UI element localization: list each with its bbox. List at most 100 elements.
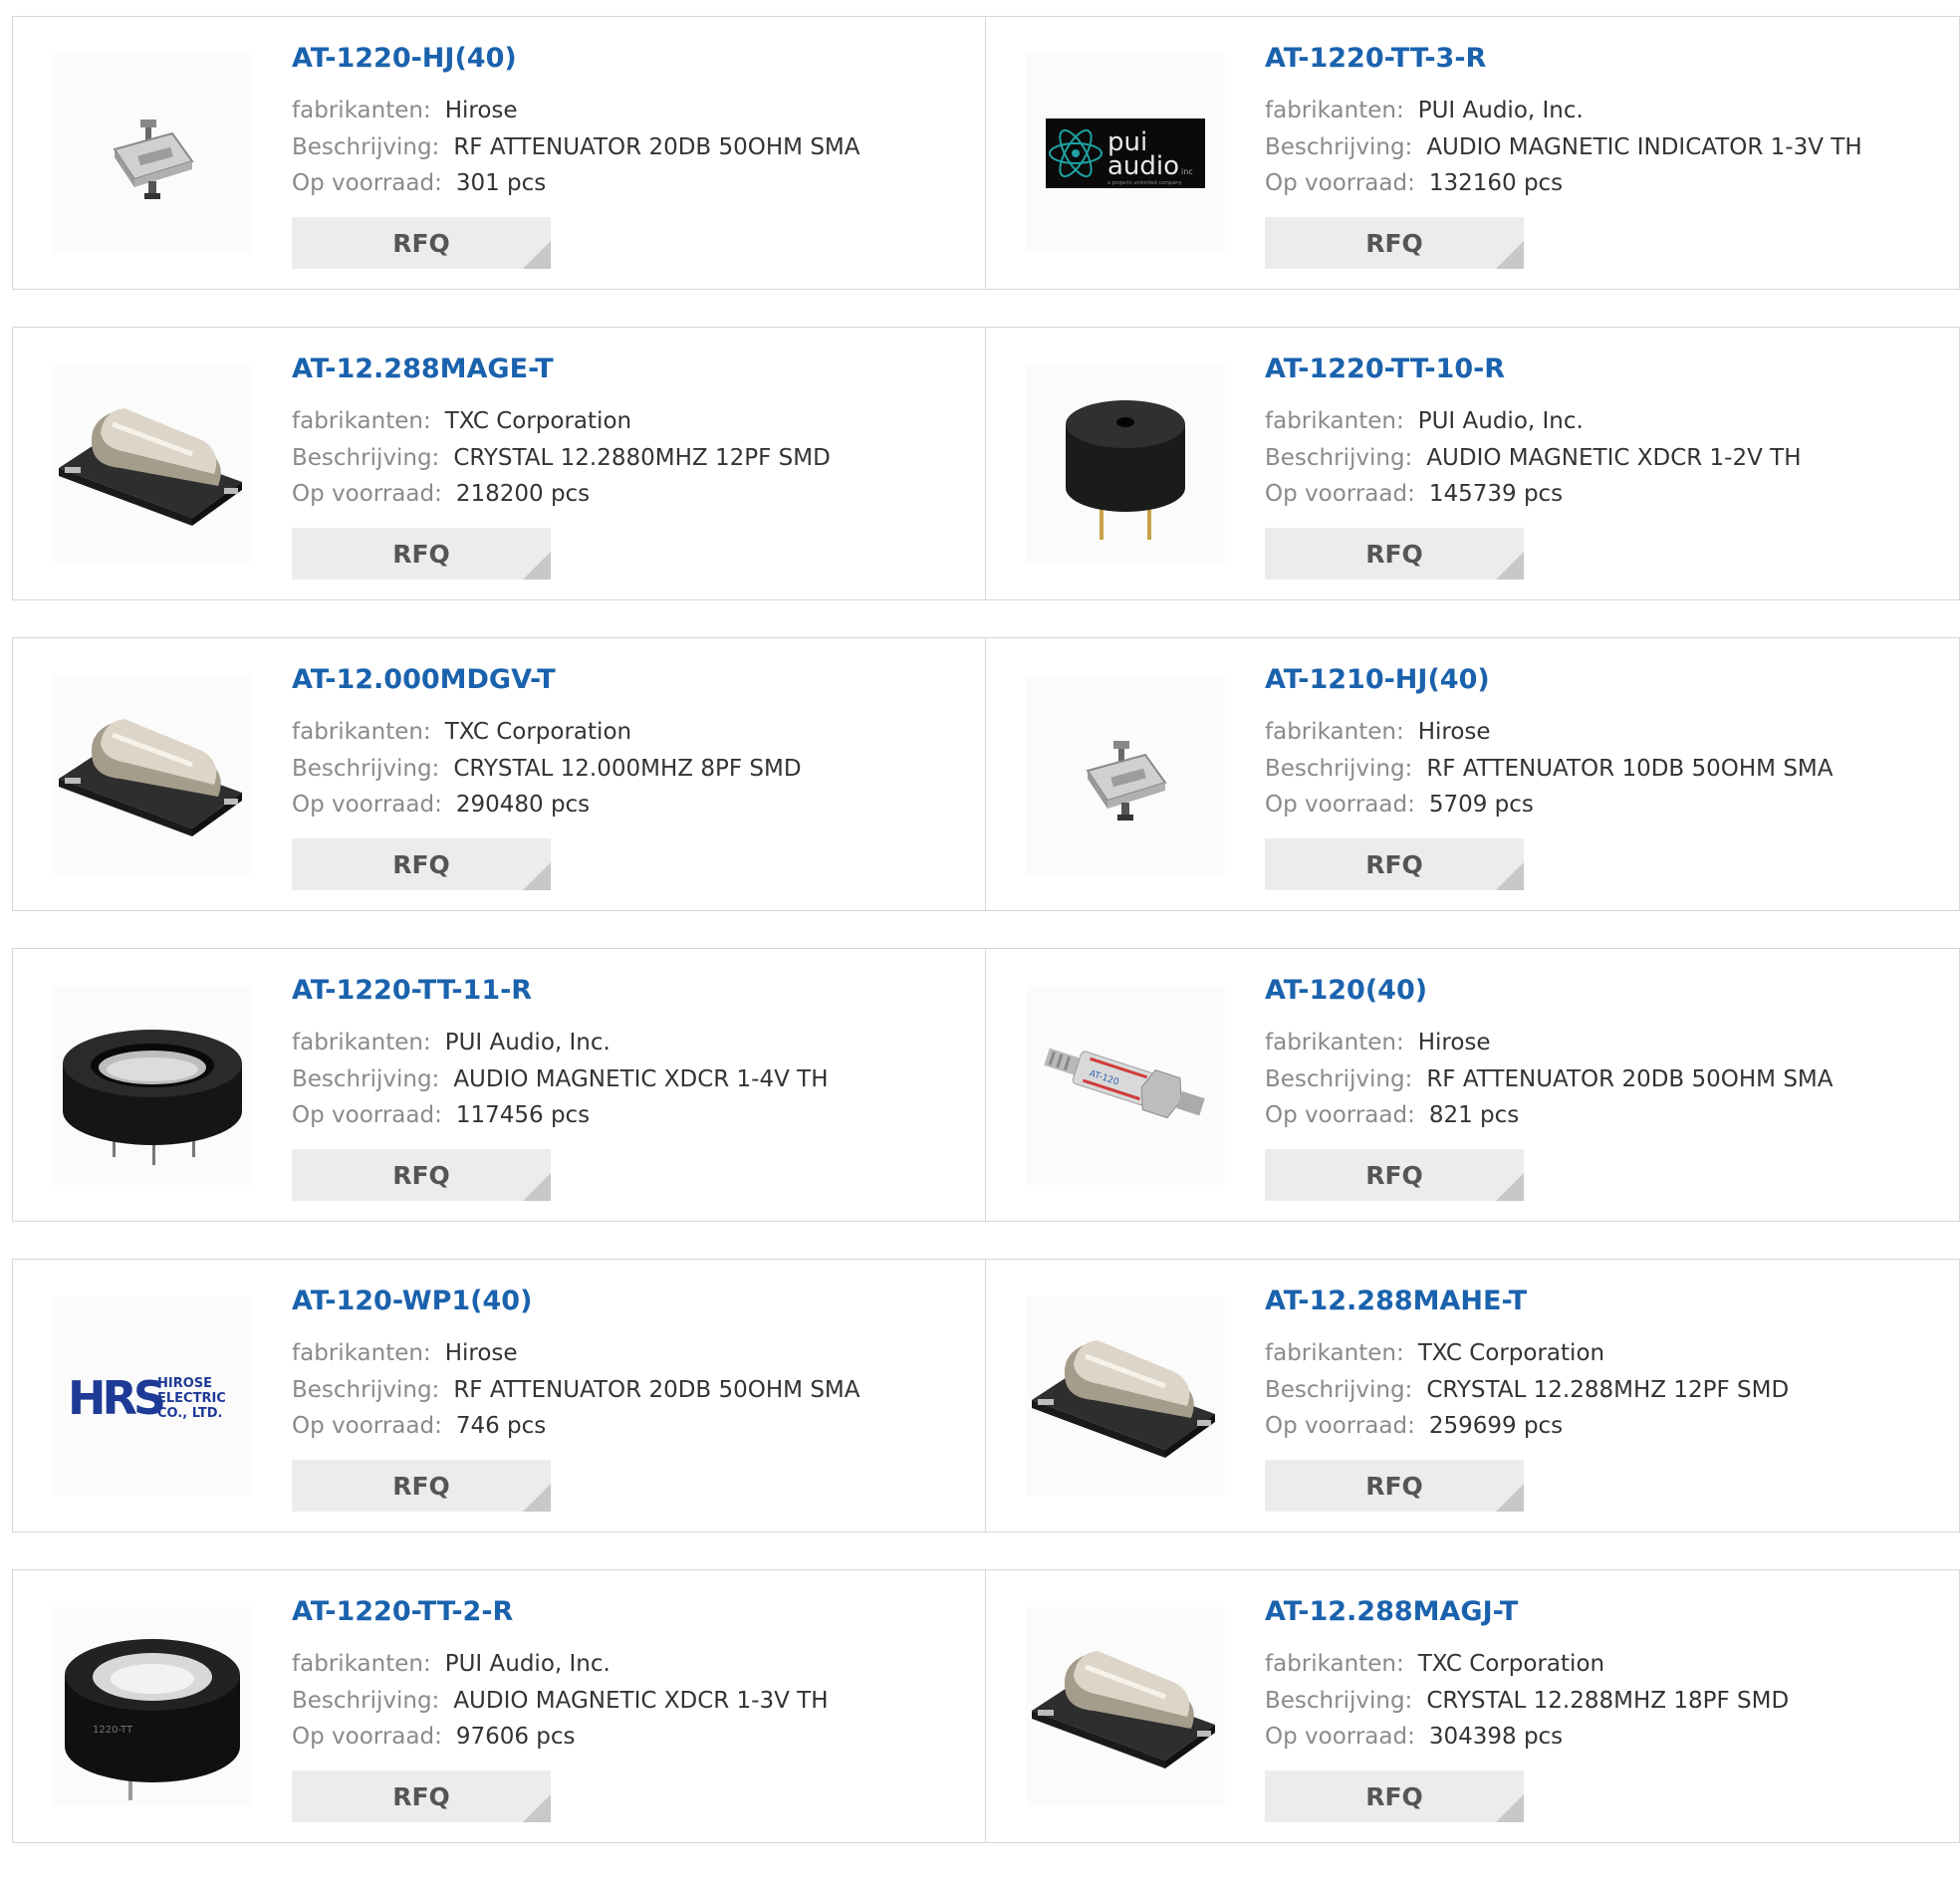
product-image[interactable] [53, 986, 252, 1185]
product-title-link[interactable]: AT-12.000MDGV-T [292, 664, 556, 695]
corner-fold-icon [523, 552, 551, 580]
rfq-button-label: RFQ [392, 849, 450, 879]
rfq-button[interactable]: RFQ [292, 1149, 551, 1201]
stock-value: 145739 pcs [1428, 481, 1564, 507]
stock-label: Op voorraad: [292, 481, 442, 507]
crystal-smd-icon [53, 364, 252, 564]
manufacturer-label: fabrikanten: [292, 1651, 431, 1677]
rfq-button[interactable]: RFQ [292, 528, 551, 580]
product-image[interactable]: pui audio inc a projects unlimited company [1026, 54, 1225, 253]
manufacturer-row: fabrikanten: Hirose [1265, 719, 1491, 745]
description-label: Beschrijving: [1265, 1688, 1413, 1714]
product-title-link[interactable]: AT-1220-TT-2-R [292, 1596, 513, 1627]
manufacturer-label: fabrikanten: [292, 1340, 431, 1366]
crystal-smd-icon [1026, 1607, 1225, 1806]
description-value: RF ATTENUATOR 10DB 50OHM SMA [1426, 756, 1834, 782]
description-row: Beschrijving: CRYSTAL 12.2880MHZ 12PF SMD [292, 445, 831, 471]
rfq-button[interactable]: RFQ [1265, 1460, 1524, 1512]
rfq-button[interactable]: RFQ [292, 217, 551, 269]
product-image[interactable] [1026, 1296, 1225, 1496]
product-image[interactable] [53, 364, 252, 564]
svg-text:CO., LTD.: CO., LTD. [157, 1406, 222, 1421]
product-image[interactable] [1026, 364, 1225, 564]
hirose-logo: HRS HIROSE ELECTRIC CO., LTD. [68, 1366, 237, 1426]
stock-row: Op voorraad: 746 pcs [292, 1413, 546, 1439]
product-row: HRS HIROSE ELECTRIC CO., LTD. AT-120-WP1(40)… [12, 1259, 1960, 1532]
product-card: HRS HIROSE ELECTRIC CO., LTD. AT-120-WP1(40)… [12, 1259, 986, 1532]
stock-value: 304398 pcs [1428, 1724, 1564, 1750]
stock-row: Op voorraad: 259699 pcs [1265, 1413, 1563, 1439]
stock-row: Op voorraad: 301 pcs [292, 170, 546, 196]
description-value: CRYSTAL 12.288MHZ 18PF SMD [1426, 1688, 1790, 1714]
stock-value: 132160 pcs [1428, 170, 1564, 196]
stock-label: Op voorraad: [1265, 1413, 1415, 1439]
product-title-link[interactable]: AT-12.288MAHE-T [1265, 1286, 1527, 1316]
rfq-button[interactable]: RFQ [1265, 838, 1524, 890]
description-label: Beschrijving: [292, 445, 440, 471]
pui-audio-logo: pui audio inc a projects unlimited company [1046, 118, 1205, 188]
description-value: CRYSTAL 12.000MHZ 8PF SMD [453, 756, 802, 782]
manufacturer-label: fabrikanten: [1265, 719, 1404, 745]
product-image[interactable]: HRS HIROSE ELECTRIC CO., LTD. [53, 1296, 252, 1496]
stock-label: Op voorraad: [1265, 481, 1415, 507]
rfq-button[interactable]: RFQ [1265, 528, 1524, 580]
manufacturer-row: fabrikanten: Hirose [292, 98, 518, 123]
rfq-button[interactable]: RFQ [292, 838, 551, 890]
rfq-button[interactable]: RFQ [292, 1770, 551, 1822]
rfq-button[interactable]: RFQ [1265, 217, 1524, 269]
product-card: AT-12.288MAGJ-T fabrikanten: TXC Corporati… [986, 1569, 1960, 1843]
manufacturer-label: fabrikanten: [292, 1030, 431, 1056]
description-value: AUDIO MAGNETIC XDCR 1-2V TH [1426, 445, 1802, 471]
product-image[interactable] [1026, 1607, 1225, 1806]
manufacturer-row: fabrikanten: Hirose [292, 1340, 518, 1366]
product-title-link[interactable]: AT-12.288MAGJ-T [1265, 1596, 1518, 1627]
stock-row: Op voorraad: 304398 pcs [1265, 1724, 1563, 1750]
product-title-link[interactable]: AT-1220-TT-10-R [1265, 353, 1505, 384]
product-image[interactable] [1026, 675, 1225, 874]
rfq-button-label: RFQ [392, 1160, 450, 1190]
description-row: Beschrijving: AUDIO MAGNETIC INDICATOR 1-… [1265, 134, 1862, 160]
product-title-link[interactable]: AT-120(40) [1265, 975, 1427, 1006]
description-value: AUDIO MAGNETIC XDCR 1-3V TH [453, 1688, 829, 1714]
product-title-link[interactable]: AT-1220-TT-11-R [292, 975, 532, 1006]
corner-fold-icon [523, 1173, 551, 1201]
manufacturer-row: fabrikanten: PUI Audio, Inc. [292, 1030, 611, 1056]
stock-row: Op voorraad: 5709 pcs [1265, 792, 1534, 818]
stock-value: 746 pcs [455, 1413, 547, 1439]
description-label: Beschrijving: [292, 1066, 440, 1092]
corner-fold-icon [523, 862, 551, 890]
description-label: Beschrijving: [1265, 1066, 1413, 1092]
product-image[interactable] [53, 675, 252, 874]
description-label: Beschrijving: [292, 756, 440, 782]
description-row: Beschrijving: AUDIO MAGNETIC XDCR 1-3V TH [292, 1688, 829, 1714]
product-title-link[interactable]: AT-120-WP1(40) [292, 1286, 532, 1316]
rfq-button-label: RFQ [1365, 539, 1423, 569]
stock-label: Op voorraad: [1265, 792, 1415, 818]
rfq-button[interactable]: RFQ [1265, 1770, 1524, 1822]
description-label: Beschrijving: [292, 134, 440, 160]
product-title-link[interactable]: AT-1220-TT-3-R [1265, 43, 1486, 74]
product-title-link[interactable]: AT-1210-HJ(40) [1265, 664, 1490, 695]
product-card: pui audio inc a projects unlimited company A… [986, 16, 1960, 290]
stock-value: 97606 pcs [455, 1724, 576, 1750]
description-value: CRYSTAL 12.2880MHZ 12PF SMD [453, 445, 831, 471]
manufacturer-value: TXC Corporation [1417, 1340, 1605, 1366]
product-image[interactable] [53, 54, 252, 253]
product-title-link[interactable]: AT-12.288MAGE-T [292, 353, 554, 384]
rfq-button[interactable]: RFQ [1265, 1149, 1524, 1201]
corner-fold-icon [1496, 862, 1524, 890]
product-image[interactable]: 1220-TT [53, 1607, 252, 1806]
manufacturer-value: Hirose [1417, 719, 1491, 745]
rfq-button-label: RFQ [1365, 228, 1423, 258]
svg-text:audio: audio [1107, 151, 1179, 181]
manufacturer-value: Hirose [444, 98, 518, 123]
manufacturer-label: fabrikanten: [1265, 1651, 1404, 1677]
description-label: Beschrijving: [292, 1377, 440, 1403]
product-title-link[interactable]: AT-1220-HJ(40) [292, 43, 517, 74]
sma-attenuator-icon: AT-120 [1026, 986, 1225, 1185]
rfq-button[interactable]: RFQ [292, 1460, 551, 1512]
rfq-button-label: RFQ [392, 1781, 450, 1811]
product-image[interactable]: AT-120 [1026, 986, 1225, 1185]
manufacturer-row: fabrikanten: TXC Corporation [292, 408, 631, 434]
rfq-button-label: RFQ [1365, 1471, 1423, 1501]
